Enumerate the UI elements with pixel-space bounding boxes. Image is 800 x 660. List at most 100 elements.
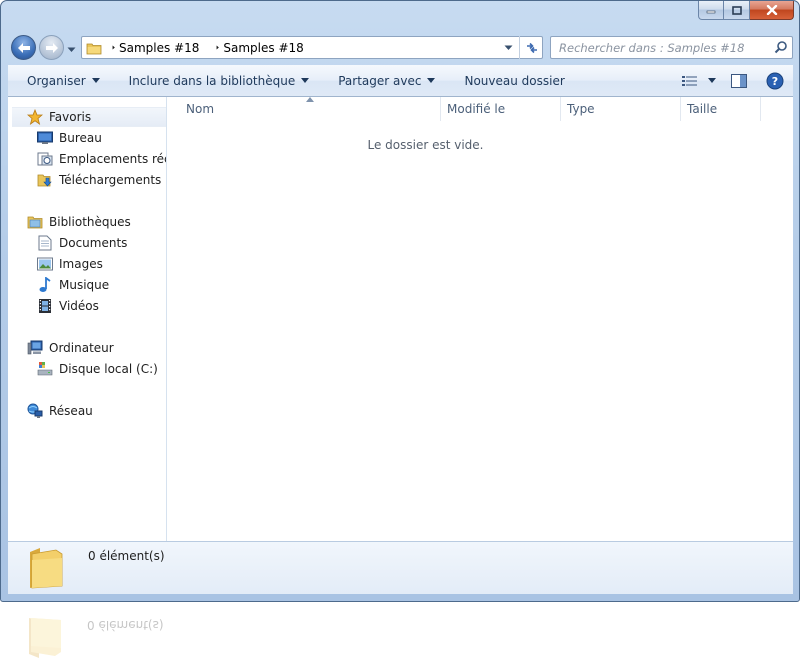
svg-text:?: ? xyxy=(772,75,778,88)
include-library-button[interactable]: Inclure dans la bibliothèque xyxy=(110,65,320,96)
sidebar-item-label: Réseau xyxy=(49,404,93,418)
sidebar-item-network[interactable]: Réseau xyxy=(26,401,93,421)
folder-reflection-icon xyxy=(25,613,65,660)
back-button[interactable] xyxy=(11,35,36,60)
share-with-button[interactable]: Partager avec xyxy=(319,65,445,96)
chevron-right-icon xyxy=(216,45,220,50)
chevron-right-icon xyxy=(112,45,115,50)
refresh-button[interactable] xyxy=(519,36,543,59)
item-count-reflection: 0 élément(s) xyxy=(87,618,164,632)
sidebar-item-favorites[interactable]: Favoris xyxy=(12,107,166,127)
search-box xyxy=(550,36,793,59)
folder-large-icon xyxy=(26,546,66,593)
help-icon: ? xyxy=(766,72,784,89)
item-count: 0 élément(s) xyxy=(88,549,165,563)
address-bar[interactable]: Samples #18 Samples #18 xyxy=(81,36,543,59)
desktop-icon xyxy=(36,130,54,146)
sidebar-item-computer[interactable]: Ordinateur xyxy=(26,338,114,358)
sidebar-item-label: Vidéos xyxy=(59,299,99,313)
sidebar-item-label: Bureau xyxy=(59,131,102,145)
help-button[interactable]: ? xyxy=(757,65,793,96)
column-label: Taille xyxy=(687,102,718,116)
command-bar-right: ? xyxy=(677,65,793,96)
libraries-icon xyxy=(26,214,44,230)
sidebar-item-desktop[interactable]: Bureau xyxy=(36,128,102,148)
details-view-icon xyxy=(682,75,697,86)
history-dropdown[interactable] xyxy=(67,42,76,56)
sidebar-item-music[interactable]: Musique xyxy=(36,275,109,295)
chevron-down-icon xyxy=(427,78,436,83)
new-folder-button[interactable]: Nouveau dossier xyxy=(445,65,574,96)
column-header-size[interactable]: Taille xyxy=(681,97,761,121)
sidebar-item-downloads[interactable]: Téléchargements xyxy=(36,170,161,190)
maximize-icon xyxy=(731,5,742,15)
chevron-down-icon xyxy=(67,47,76,52)
address-dropdown[interactable] xyxy=(498,37,518,58)
column-label: Modifié le xyxy=(447,102,506,116)
minimize-icon xyxy=(706,10,716,14)
breadcrumb-label: Samples #18 xyxy=(119,40,200,55)
sidebar-item-label: Disque local (C:) xyxy=(59,362,158,376)
main-area: Favoris Bureau Emplacements récents Télé… xyxy=(8,97,793,541)
sidebar-item-local-disk[interactable]: Disque local (C:) xyxy=(36,359,158,379)
sidebar-item-label: Musique xyxy=(59,278,110,292)
search-icon[interactable] xyxy=(774,40,788,57)
view-options-button[interactable] xyxy=(677,65,721,96)
arrow-left-icon xyxy=(17,42,30,53)
caption-buttons xyxy=(698,1,794,21)
empty-folder-message: Le dossier est vide. xyxy=(367,138,484,152)
close-button[interactable] xyxy=(750,1,794,20)
hard-drive-icon xyxy=(36,361,54,377)
sidebar-item-pictures[interactable]: Images xyxy=(36,254,103,274)
explorer-window: Samples #18 Samples #18 Organiser xyxy=(0,0,800,602)
downloads-icon xyxy=(36,172,54,188)
share-with-label: Partager avec xyxy=(338,73,422,88)
file-list: Nom Modifié le Type Taille Le dossier es… xyxy=(168,97,793,541)
sidebar-item-label: Images xyxy=(59,257,103,271)
sidebar-item-libraries[interactable]: Bibliothèques xyxy=(26,212,131,232)
refresh-icon xyxy=(526,42,537,53)
document-icon xyxy=(36,235,54,251)
sidebar-item-label: Téléchargements xyxy=(59,173,162,187)
include-library-label: Inclure dans la bibliothèque xyxy=(128,73,296,88)
maximize-button[interactable] xyxy=(724,1,750,20)
sidebar-item-videos[interactable]: Vidéos xyxy=(36,296,99,316)
star-icon xyxy=(26,109,44,125)
pictures-icon xyxy=(36,256,54,272)
column-header-name[interactable]: Nom xyxy=(168,97,441,121)
sidebar-item-label: Favoris xyxy=(49,110,92,124)
recent-places-icon xyxy=(36,151,54,167)
sidebar-item-label: Bibliothèques xyxy=(49,215,131,229)
column-headers: Nom Modifié le Type Taille xyxy=(168,97,793,121)
preview-pane-icon xyxy=(731,73,747,88)
breadcrumb-2[interactable]: Samples #18 xyxy=(206,37,310,58)
music-note-icon xyxy=(36,277,54,293)
close-icon xyxy=(766,5,777,15)
sidebar-item-documents[interactable]: Documents xyxy=(36,233,127,253)
folder-icon xyxy=(86,43,102,54)
column-label: Type xyxy=(567,102,595,116)
sidebar-item-recent-places[interactable]: Emplacements récents xyxy=(36,149,166,169)
film-strip-icon xyxy=(36,298,54,314)
sidebar-item-label: Documents xyxy=(59,236,128,250)
column-header-type[interactable]: Type xyxy=(561,97,681,121)
new-folder-label: Nouveau dossier xyxy=(464,73,565,88)
sort-ascending-icon xyxy=(306,97,314,102)
search-input[interactable] xyxy=(551,37,766,58)
minimize-button[interactable] xyxy=(698,1,724,20)
chevron-down-icon xyxy=(504,45,512,50)
network-icon xyxy=(26,403,44,419)
command-bar: Organiser Inclure dans la bibliothèque P… xyxy=(8,65,793,97)
breadcrumb-1[interactable]: Samples #18 xyxy=(102,37,206,58)
computer-icon xyxy=(26,340,44,356)
arrow-right-icon xyxy=(45,42,58,53)
sidebar-item-label: Ordinateur xyxy=(49,341,114,355)
column-header-modified[interactable]: Modifié le xyxy=(441,97,561,121)
address-root[interactable] xyxy=(82,37,102,58)
column-label: Nom xyxy=(186,102,215,116)
preview-pane-button[interactable] xyxy=(721,65,757,96)
organize-label: Organiser xyxy=(27,73,86,88)
chevron-down-icon xyxy=(91,78,100,83)
organize-button[interactable]: Organiser xyxy=(8,65,110,96)
forward-button[interactable] xyxy=(39,35,64,60)
